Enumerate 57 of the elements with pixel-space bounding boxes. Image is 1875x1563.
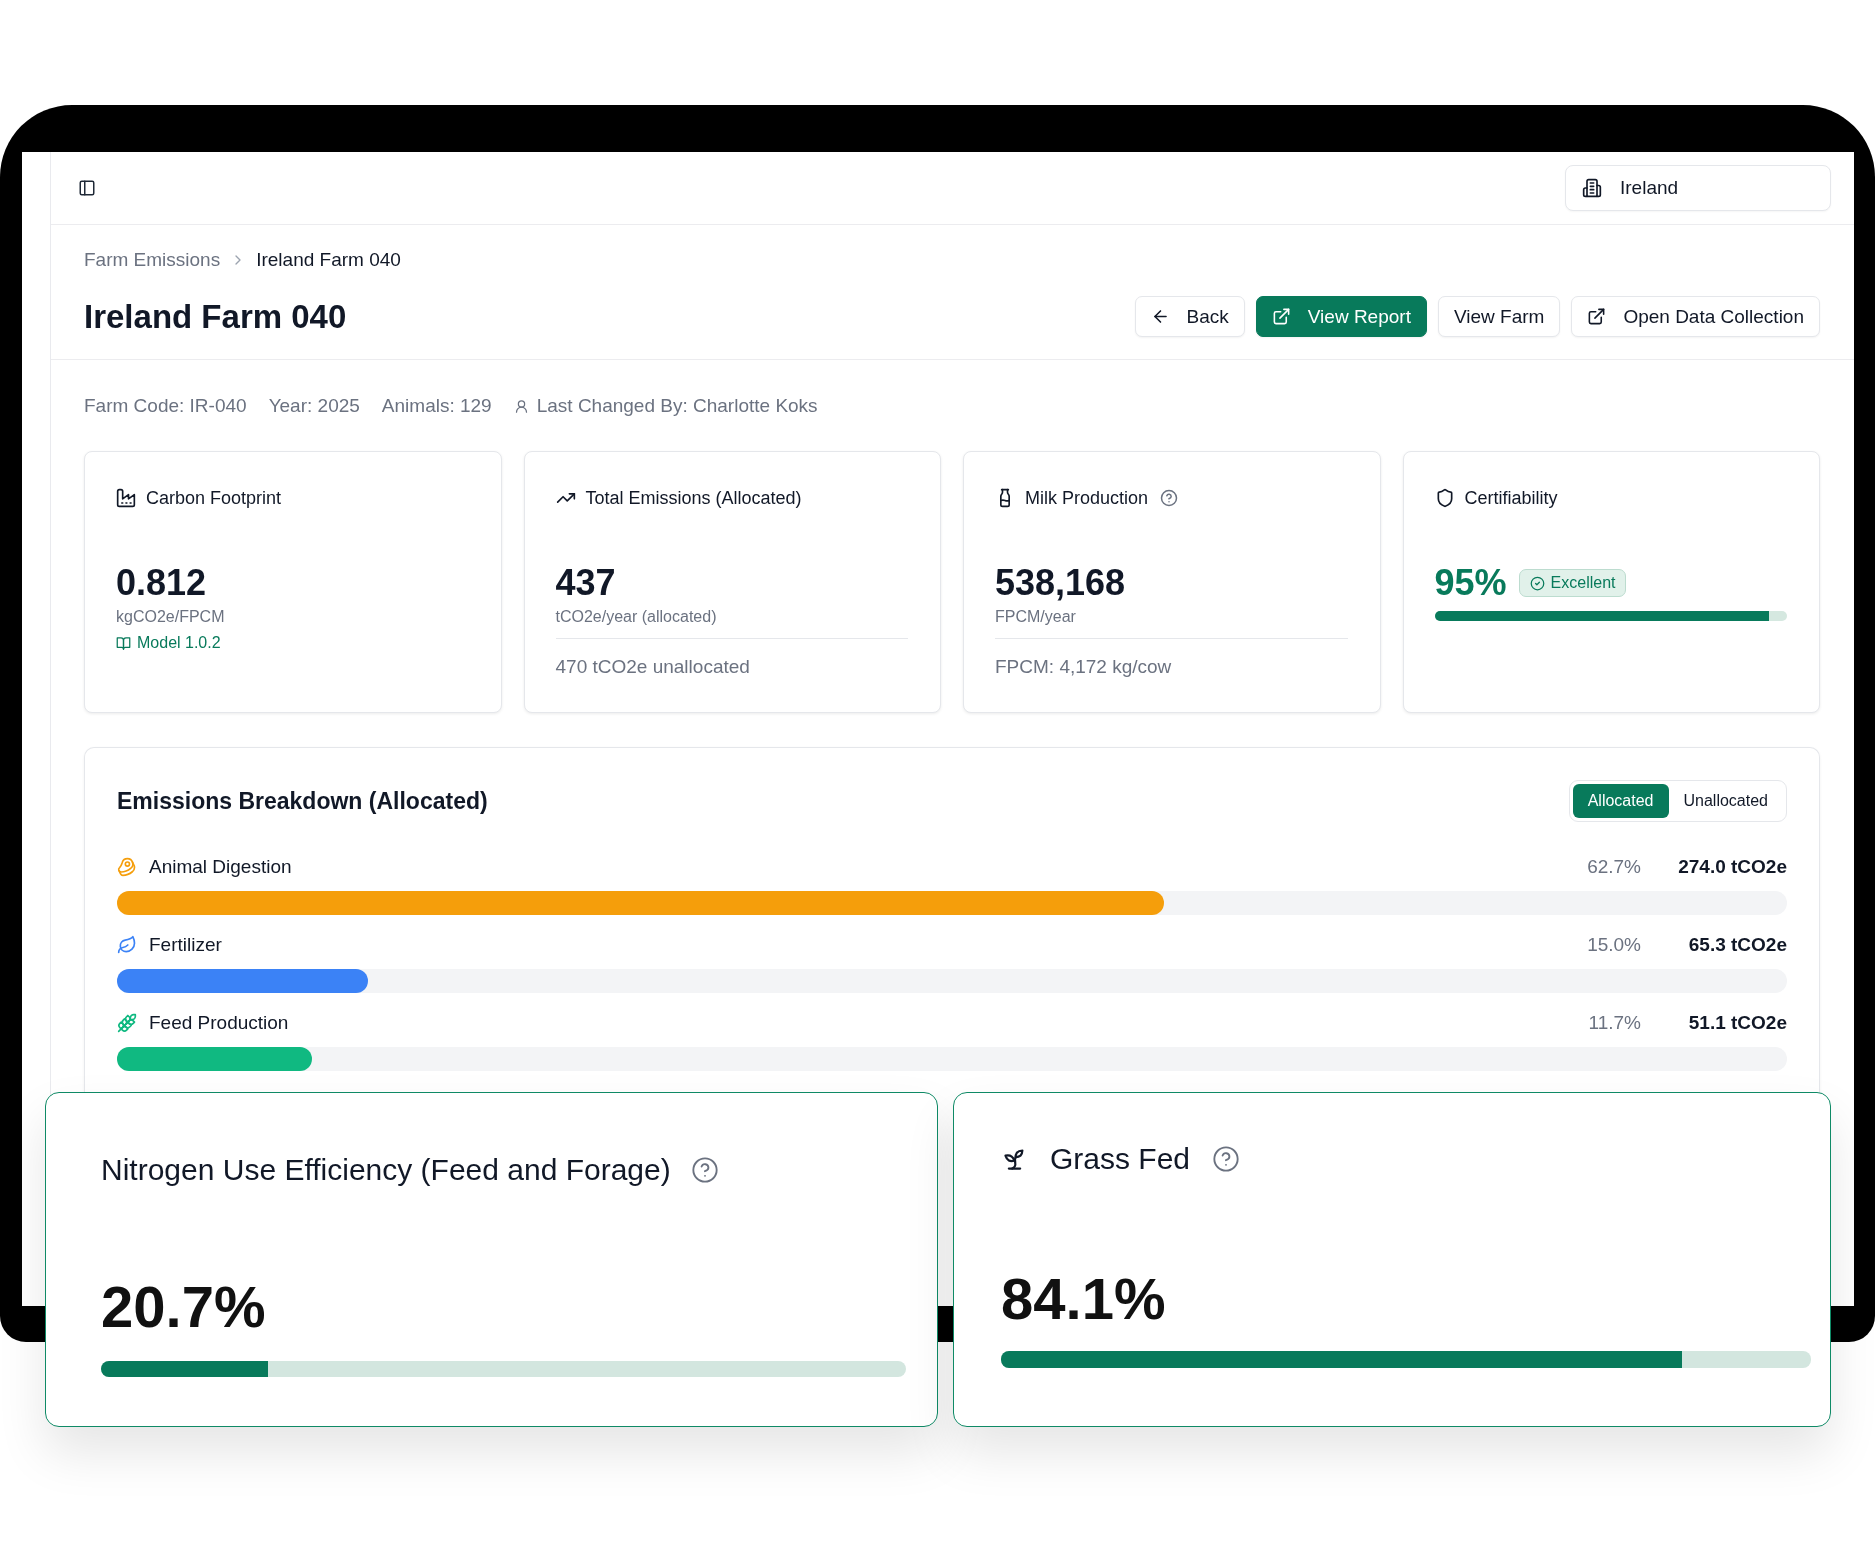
card-title: Certifiability <box>1464 487 1558 509</box>
card-title: Carbon Footprint <box>146 487 282 509</box>
book-icon <box>116 635 131 651</box>
mode-tab[interactable]: Allocated <box>1572 783 1669 818</box>
panel-title: Emissions Breakdown (Allocated) <box>117 786 488 815</box>
open-data-collection-button[interactable]: Open Data Collection <box>1571 296 1820 337</box>
metric-value: 84.1% <box>1001 1267 1166 1331</box>
metric-note: 470 tCO2e unallocated <box>555 656 751 678</box>
factory-icon <box>116 488 136 508</box>
category-label: Fertilizer <box>149 934 223 956</box>
metric-unit: kgCO2e/FPCM <box>116 607 226 627</box>
meta-text: Animals: 129 <box>381 395 492 417</box>
card-title: Total Emissions (Allocated) <box>585 487 802 509</box>
meta-text: Last Changed By: Charlotte Koks <box>536 395 818 417</box>
metric-value: 538,168 <box>995 563 1126 603</box>
card-title: Grass Fed <box>1050 1141 1191 1177</box>
metric-value: 20.7% <box>101 1275 266 1339</box>
metric-note: FPCM: 4,172 kg/cow <box>995 656 1173 678</box>
help-icon[interactable] <box>1212 1145 1241 1173</box>
back-button[interactable]: Back <box>1134 296 1245 337</box>
card-title: Nitrogen Use Efficiency (Feed and Forage) <box>101 1152 671 1188</box>
external-link-icon <box>1587 307 1607 326</box>
share-value: 11.7% <box>1588 1012 1641 1034</box>
building-icon <box>1582 178 1602 198</box>
user-icon <box>513 398 529 414</box>
help-icon[interactable] <box>690 1156 719 1184</box>
view-report-button[interactable]: View Report <box>1255 296 1427 337</box>
metric-value: 95% <box>1434 563 1507 603</box>
wheat-icon <box>117 1013 137 1033</box>
meta-text: Year: 2025 <box>268 395 360 417</box>
mode-tab[interactable]: Unallocated <box>1668 783 1783 818</box>
metric-unit: FPCM/year <box>995 607 1077 627</box>
share-value: 15.0% <box>1587 934 1641 956</box>
metric-unit: tCO2e/year (allocated) <box>555 607 718 627</box>
check-circle-icon <box>1529 575 1545 591</box>
emission-amount: 274.0 tCO2e <box>1677 856 1787 878</box>
meat-icon <box>117 857 137 877</box>
breadcrumb-link[interactable]: Farm Emissions <box>84 249 221 271</box>
badge-label: Excellent <box>1550 574 1616 592</box>
metric-value: 437 <box>555 563 616 603</box>
card-title: Milk Production <box>1025 487 1149 509</box>
help-icon[interactable] <box>1160 489 1179 507</box>
external-link-icon <box>1271 307 1291 326</box>
share-value: 62.7% <box>1587 856 1641 878</box>
category-label: Feed Production <box>149 1012 290 1034</box>
meta-text: Farm Code: IR-040 <box>84 395 247 417</box>
view-farm-button[interactable]: View Farm <box>1437 296 1561 337</box>
region-selector[interactable]: Ireland <box>1565 165 1831 211</box>
page-title: Ireland Farm 040 <box>84 296 347 337</box>
emission-amount: 65.3 tCO2e <box>1687 934 1787 956</box>
metric-value: 0.812 <box>116 563 207 603</box>
category-label: Animal Digestion <box>149 856 293 878</box>
emission-amount: 51.1 tCO2e <box>1687 1012 1787 1034</box>
breadcrumb-current: Ireland Farm 040 <box>256 249 401 271</box>
leaf-icon <box>117 935 137 955</box>
model-link[interactable]: Model 1.0.2 <box>116 633 221 653</box>
sidebar-toggle-icon[interactable] <box>78 179 96 197</box>
